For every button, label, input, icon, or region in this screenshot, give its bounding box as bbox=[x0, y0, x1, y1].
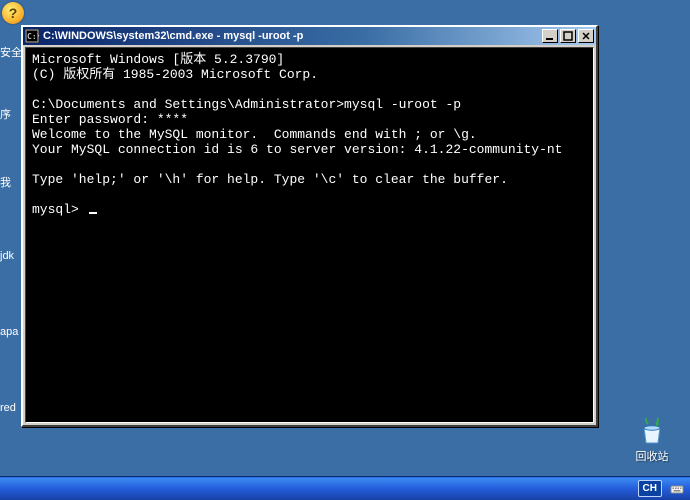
recycle-bin[interactable]: 回收站 bbox=[632, 418, 672, 464]
cmd-window: C:\ C:\WINDOWS\system32\cmd.exe - mysql … bbox=[21, 25, 598, 427]
close-button[interactable] bbox=[578, 29, 594, 43]
mysql-prompt: mysql> bbox=[32, 202, 87, 217]
recycle-bin-label: 回收站 bbox=[632, 448, 672, 464]
desktop: ? 安全 序 我 jdk apa red C:\ C:\WINDOWS\syst… bbox=[0, 0, 690, 500]
tray-keyboard-icon[interactable] bbox=[670, 482, 684, 496]
taskbar[interactable]: CH bbox=[0, 476, 690, 500]
svg-text:C:\: C:\ bbox=[27, 32, 39, 41]
terminal-line: Microsoft Windows [版本 5.2.3790] bbox=[32, 52, 284, 67]
window-title: C:\WINDOWS\system32\cmd.exe - mysql -uro… bbox=[43, 30, 542, 42]
terminal-line: Welcome to the MySQL monitor. Commands e… bbox=[32, 127, 477, 142]
terminal-line: Your MySQL connection id is 6 to server … bbox=[32, 142, 563, 157]
maximize-button[interactable] bbox=[560, 29, 576, 43]
minimize-button[interactable] bbox=[542, 29, 558, 43]
terminal-line: Enter password: **** bbox=[32, 112, 188, 127]
terminal-line: (C) 版权所有 1985-2003 Microsoft Corp. bbox=[32, 67, 318, 82]
titlebar[interactable]: C:\ C:\WINDOWS\system32\cmd.exe - mysql … bbox=[23, 27, 596, 45]
terminal-line: Type 'help;' or '\h' for help. Type '\c'… bbox=[32, 172, 508, 187]
window-controls bbox=[542, 29, 594, 43]
recycle-bin-icon bbox=[638, 418, 666, 446]
cmd-system-icon: C:\ bbox=[25, 29, 39, 43]
terminal-line: C:\Documents and Settings\Administrator>… bbox=[32, 97, 461, 112]
help-shortcut-icon[interactable]: ? bbox=[2, 2, 24, 24]
text-cursor bbox=[89, 212, 97, 214]
terminal-output[interactable]: Microsoft Windows [版本 5.2.3790] (C) 版权所有… bbox=[25, 47, 594, 423]
language-indicator[interactable]: CH bbox=[638, 480, 662, 497]
